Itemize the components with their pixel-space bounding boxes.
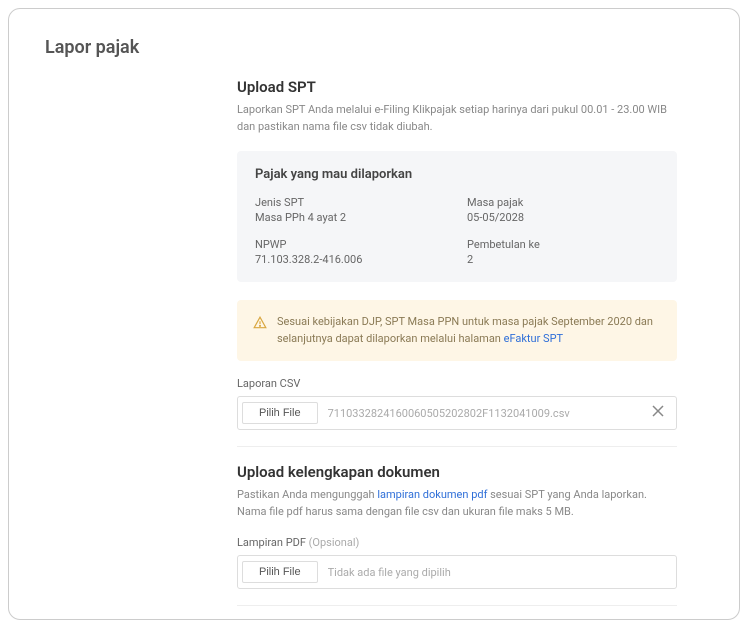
doc-section-title: Upload kelengkapan dokumen [237,463,677,481]
doc-desc-before: Pastikan Anda mengunggah [237,488,377,501]
divider [237,605,677,606]
masa-pajak-field: Masa pajak 05-05/2028 [467,196,659,224]
info-card-title: Pajak yang mau dilaporkan [255,167,659,182]
pdf-file-input: Pilih File Tidak ada file yang dipilih [237,555,677,589]
pdf-placeholder: Tidak ada file yang dipilih [328,566,672,579]
report-tax-modal: Lapor pajak Upload SPT Laporkan SPT Anda… [8,8,740,620]
doc-section-description: Pastikan Anda mengunggah lampiran dokume… [237,487,677,520]
pembetulan-label: Pembetulan ke [467,238,659,251]
csv-file-input: Pilih File 7110332824160060505202802F113… [237,396,677,430]
pdf-attachment-link[interactable]: lampiran dokumen pdf [377,488,487,501]
npwp-label: NPWP [255,238,447,251]
pembetulan-value: 2 [467,253,659,266]
divider [237,446,677,447]
policy-warning: Sesuai kebijakan DJP, SPT Masa PPN untuk… [237,300,677,361]
npwp-value: 71.103.328.2-416.006 [255,253,447,266]
page-title: Lapor pajak [45,37,703,58]
upload-spt-description: Laporkan SPT Anda melalui e-Filing Klikp… [237,102,677,135]
csv-clear-icon[interactable] [644,405,672,421]
pembetulan-field: Pembetulan ke 2 [467,238,659,266]
warning-icon [253,315,267,347]
jenis-spt-label: Jenis SPT [255,196,447,209]
csv-choose-file-button[interactable]: Pilih File [242,402,318,424]
upload-spt-title: Upload SPT [237,78,677,96]
pdf-choose-file-button[interactable]: Pilih File [242,561,318,583]
csv-filename: 7110332824160060505202802F1132041009.csv [328,407,634,420]
jenis-spt-field: Jenis SPT Masa PPh 4 ayat 2 [255,196,447,224]
csv-label: Laporan CSV [237,377,677,390]
warning-text: Sesuai kebijakan DJP, SPT Masa PPN untuk… [277,314,661,347]
pdf-label-text: Lampiran PDF [237,536,309,549]
pdf-optional-text: (Opsional) [309,536,360,549]
content-area: Upload SPT Laporkan SPT Anda melalui e-F… [237,78,677,620]
masa-pajak-value: 05-05/2028 [467,211,659,224]
pdf-label: Lampiran PDF (Opsional) [237,536,677,549]
warning-text-before: Sesuai kebijakan DJP, SPT Masa PPN untuk… [277,315,653,345]
efaktur-spt-link[interactable]: eFaktur SPT [504,332,563,345]
npwp-field: NPWP 71.103.328.2-416.006 [255,238,447,266]
tax-info-card: Pajak yang mau dilaporkan Jenis SPT Masa… [237,151,677,282]
jenis-spt-value: Masa PPh 4 ayat 2 [255,211,447,224]
masa-pajak-label: Masa pajak [467,196,659,209]
